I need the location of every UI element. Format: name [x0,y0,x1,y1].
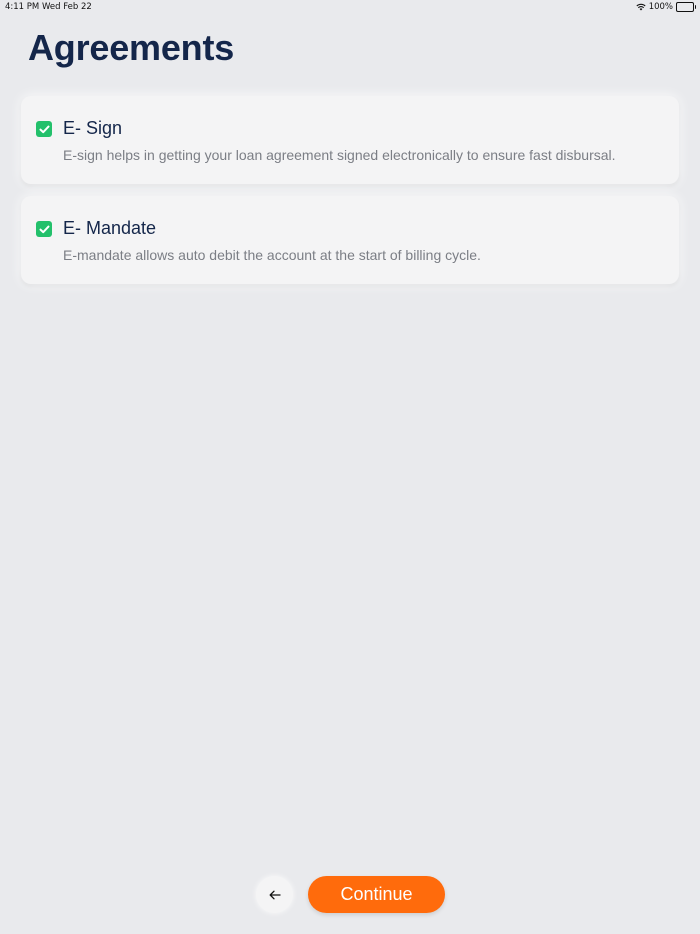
agreement-card-esign[interactable]: E- Sign E-sign helps in getting your loa… [21,96,679,184]
emandate-title: E- Mandate [63,218,157,238]
agreement-card-emandate[interactable]: E- Mandate E-mandate allows auto debit t… [21,196,679,284]
emandate-checkbox[interactable] [36,221,52,237]
status-indicators: 100% [636,2,696,12]
checkmark-icon [39,225,49,233]
esign-title: E- Sign [63,118,123,138]
esign-checkbox[interactable] [36,121,52,137]
status-time: 4:11 PM [5,2,40,12]
back-button[interactable] [256,876,293,913]
battery-percent: 100% [648,2,673,12]
status-date: Wed Feb 22 [42,2,92,12]
continue-button[interactable]: Continue [308,876,445,913]
battery-icon [676,2,696,12]
page-title: Agreements [28,27,235,68]
checkmark-icon [39,125,49,133]
wifi-icon [636,3,646,11]
emandate-description: E-mandate allows auto debit the account … [63,247,481,263]
esign-description: E-sign helps in getting your loan agreem… [63,147,616,163]
status-bar: 4:11 PM Wed Feb 22 100% [0,0,700,14]
arrow-left-icon [269,890,281,899]
